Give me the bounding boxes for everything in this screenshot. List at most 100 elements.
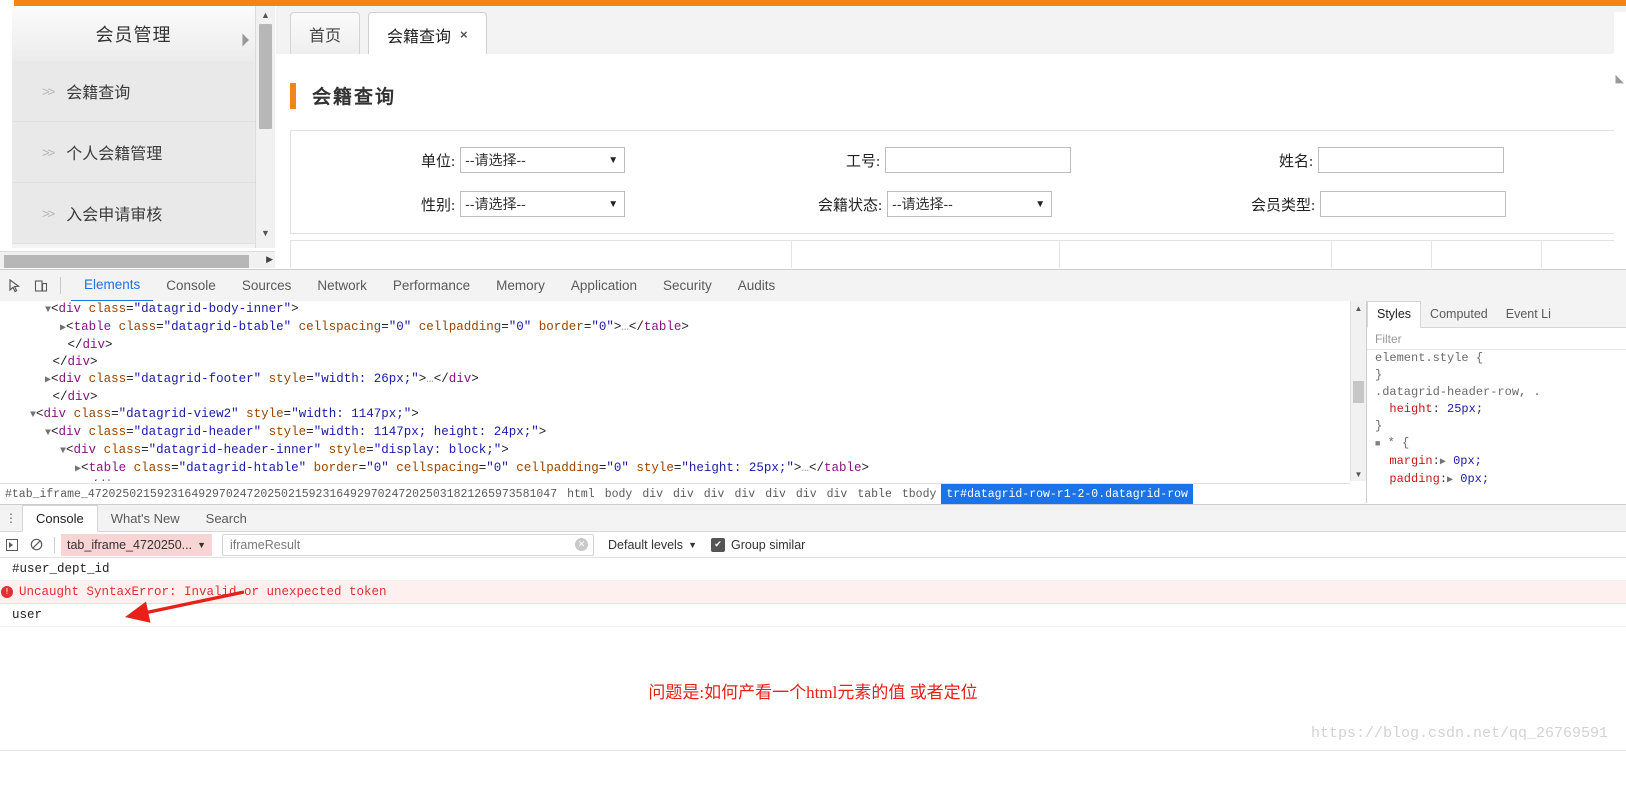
devtools-tab-application[interactable]: Application — [558, 271, 650, 301]
dom-tree-line[interactable]: ▶<table class="datagrid-htable" border="… — [0, 460, 1350, 478]
styles-filter-input[interactable]: Filter — [1367, 328, 1626, 350]
expand-arrow-icon[interactable]: ▼ — [60, 446, 66, 457]
breadcrumb-item[interactable]: div — [668, 484, 699, 504]
expand-arrow-icon[interactable]: ▼ — [45, 428, 51, 439]
dom-tree-line[interactable]: ▼<div class="datagrid-body-inner"> — [0, 301, 1350, 319]
close-icon[interactable]: × — [460, 27, 468, 42]
breadcrumb-item[interactable]: html — [562, 484, 600, 504]
console-message-log[interactable]: #user_dept_id — [0, 558, 1626, 581]
breadcrumb-item[interactable]: div — [822, 484, 853, 504]
devtools-tab-network[interactable]: Network — [304, 271, 380, 301]
scrollbar-thumb[interactable] — [259, 24, 272, 129]
styles-tab-styles[interactable]: Styles — [1367, 301, 1422, 328]
css-rule-selector[interactable]: .datagrid-header-row, . — [1375, 384, 1626, 401]
scroll-up-arrow-icon[interactable]: ▲ — [256, 6, 275, 23]
dom-tree-line[interactable]: ▶<div class="datagrid-footer" style="wid… — [0, 371, 1350, 389]
field-employee-no: 工号: — [846, 147, 1072, 173]
devtools-toolbar: Elements Console Sources Network Perform… — [0, 270, 1626, 302]
sidebar-item-membership-query[interactable]: >> 会籍查询 — [12, 61, 255, 122]
css-declaration[interactable]: height: 25px; — [1375, 401, 1626, 418]
drawer-more-options-icon[interactable]: ⋮ — [0, 505, 22, 531]
chevron-collapse-icon[interactable]: ◢ — [233, 30, 250, 47]
devtools-tab-memory[interactable]: Memory — [483, 271, 558, 301]
sidebar-horizontal-scrollbar[interactable]: ▶ — [0, 251, 275, 268]
expand-arrow-icon[interactable]: ▶ — [45, 375, 51, 386]
elements-dom-tree[interactable]: ▼<div class="datagrid-body-inner"> ▶<tab… — [0, 301, 1350, 481]
devtools-tab-audits[interactable]: Audits — [725, 271, 789, 301]
devtools-tab-security[interactable]: Security — [650, 271, 725, 301]
breadcrumb-item[interactable]: div — [637, 484, 668, 504]
css-declaration[interactable]: margin:▶ 0px; — [1375, 453, 1626, 471]
dom-tree-line[interactable]: ▼<div class="datagrid-view2" style="widt… — [0, 406, 1350, 424]
devtools-tab-sources[interactable]: Sources — [229, 271, 305, 301]
dom-tree-line[interactable]: ▼<div class="datagrid-header" style="wid… — [0, 424, 1350, 442]
employee-no-input[interactable] — [885, 147, 1072, 173]
tab-membership-query[interactable]: 会籍查询 × — [368, 12, 487, 56]
breadcrumb-item[interactable]: div — [760, 484, 791, 504]
clear-console-icon[interactable] — [24, 533, 48, 557]
devtools-tab-performance[interactable]: Performance — [380, 271, 483, 301]
breadcrumb-item[interactable]: div — [791, 484, 822, 504]
dom-tree-line[interactable]: </div> — [0, 478, 1350, 481]
tab-home[interactable]: 首页 — [290, 12, 361, 55]
scroll-down-arrow-icon[interactable]: ▼ — [1351, 467, 1366, 481]
field-member-type: 会员类型: — [1251, 191, 1507, 217]
dom-tree-line[interactable]: ▶<table class="datagrid-btable" cellspac… — [0, 319, 1350, 337]
dom-breadcrumb[interactable]: #tab_iframe_4720250215923164929702472025… — [0, 483, 1350, 504]
styles-tab-event-listeners[interactable]: Event Li — [1497, 302, 1560, 327]
expand-arrow-icon[interactable]: ▼ — [45, 305, 51, 316]
styles-tab-computed[interactable]: Computed — [1421, 302, 1497, 327]
device-toolbar-icon[interactable] — [28, 273, 54, 299]
scrollbar-thumb[interactable] — [4, 255, 249, 268]
sidebar-item-join-application-review[interactable]: >> 入会申请审核 — [12, 183, 255, 244]
dom-tree-line[interactable]: </div> — [0, 354, 1350, 371]
sidebar-item-personal-membership[interactable]: >> 个人会籍管理 — [12, 122, 255, 183]
breadcrumb-item[interactable]: tbody — [897, 484, 942, 504]
dom-tree-scrollbar[interactable]: ▲ ▼ — [1350, 301, 1366, 481]
breadcrumb-item[interactable]: #tab_iframe_4720250215923164929702472025… — [0, 484, 562, 504]
collapse-right-icon[interactable]: ◣ — [1616, 72, 1624, 85]
console-context-selector[interactable]: tab_iframe_4720250... ▼ — [61, 533, 213, 556]
expand-arrow-icon[interactable]: ▶ — [75, 464, 81, 475]
expand-arrow-icon[interactable]: ▶ — [60, 323, 66, 334]
console-filter-input[interactable]: iframeResult ✕ — [222, 533, 595, 556]
drawer-tab-whats-new[interactable]: What's New — [98, 506, 193, 531]
gender-select[interactable]: --请选择-- — [460, 191, 626, 217]
css-rule-selector[interactable]: element.style { — [1375, 350, 1626, 367]
inspect-element-icon[interactable] — [2, 273, 28, 299]
expand-arrow-icon[interactable]: ▼ — [30, 410, 36, 421]
membership-status-select[interactable]: --请选择-- — [887, 191, 1053, 217]
expand-arrow-icon[interactable]: ▶ — [1447, 475, 1453, 486]
breadcrumb-item[interactable]: table — [852, 484, 897, 504]
breadcrumb-item[interactable]: body — [600, 484, 638, 504]
breadcrumb-item[interactable]: tr#datagrid-row-r1-2-0.datagrid-row — [941, 484, 1193, 504]
drawer-tab-search[interactable]: Search — [193, 506, 260, 531]
css-declaration[interactable]: padding:▶ 0px; — [1375, 471, 1626, 489]
group-similar-toggle[interactable]: ✔ Group similar — [710, 537, 805, 552]
sidebar-group-header[interactable]: 会员管理 ◢ — [12, 6, 255, 62]
checkbox-checked-icon[interactable]: ✔ — [710, 537, 725, 552]
expand-arrow-icon[interactable]: ▶ — [1440, 457, 1446, 468]
devtools-tab-console[interactable]: Console — [153, 271, 229, 301]
dom-tree-line[interactable]: </div> — [0, 337, 1350, 354]
unit-select[interactable]: --请选择-- — [460, 147, 626, 173]
dom-tree-line[interactable]: ▼<div class="datagrid-header-inner" styl… — [0, 442, 1350, 460]
member-type-input[interactable] — [1320, 191, 1507, 217]
devtools-tab-elements[interactable]: Elements — [71, 270, 154, 302]
scroll-up-arrow-icon[interactable]: ▲ — [1351, 301, 1366, 315]
drawer-tab-console[interactable]: Console — [22, 504, 98, 532]
bullet-icon: ■ — [1375, 439, 1381, 449]
breadcrumb-item[interactable]: div — [729, 484, 760, 504]
console-levels-dropdown[interactable]: Default levels ▼ — [608, 538, 697, 552]
css-rule-selector[interactable]: ■ * { — [1375, 435, 1626, 453]
clear-input-icon[interactable]: ✕ — [575, 537, 589, 551]
scroll-down-arrow-icon[interactable]: ▼ — [256, 224, 275, 241]
breadcrumb-item[interactable]: div — [699, 484, 730, 504]
title-accent-bar — [290, 82, 296, 109]
dom-tree-line[interactable]: </div> — [0, 389, 1350, 406]
execute-toggle-icon[interactable] — [0, 533, 24, 557]
scroll-right-arrow-icon[interactable]: ▶ — [266, 254, 273, 265]
scrollbar-thumb[interactable] — [1353, 381, 1364, 403]
name-input[interactable] — [1318, 147, 1505, 173]
sidebar-vertical-scrollbar[interactable]: ▲ ▼ — [255, 6, 275, 248]
